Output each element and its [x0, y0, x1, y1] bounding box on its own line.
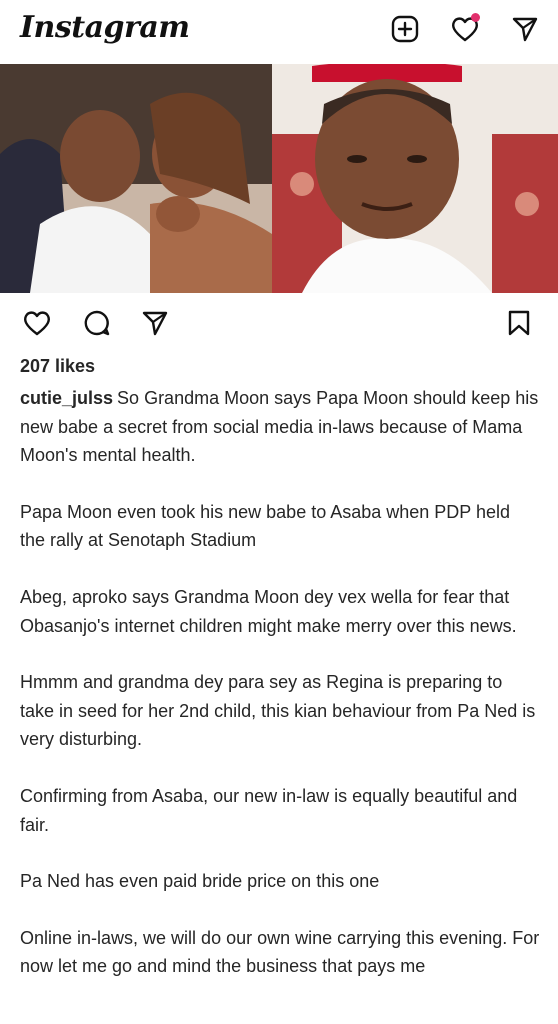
likes-count[interactable]: 207 likes [20, 356, 95, 377]
post-image[interactable] [0, 64, 558, 293]
save-bookmark-icon[interactable] [504, 308, 534, 338]
caption-paragraph: Hmmm and grandma dey para sey as Regina … [20, 672, 536, 750]
caption-paragraph: Online in-laws, we will do our own wine … [20, 927, 540, 977]
activity-heart-icon[interactable] [450, 13, 480, 44]
post-photo-left [0, 64, 272, 293]
caption-paragraph: Papa Moon even took his new babe to Asab… [20, 501, 511, 551]
top-bar: Instagram [0, 0, 558, 64]
caption-paragraph: cutie_julss So Grandma Moon says Papa Moo… [20, 384, 540, 470]
post-photo-right [272, 64, 558, 293]
top-icons [390, 13, 540, 44]
caption-paragraph: Confirming from Asaba, our new in-law is… [20, 785, 518, 835]
comment-icon[interactable] [82, 308, 112, 338]
notification-dot [471, 13, 480, 22]
instagram-logo[interactable]: Instagram [20, 10, 190, 45]
new-post-icon[interactable] [390, 14, 420, 44]
caption-paragraph: Abeg, aproko says Grandma Moon dey vex w… [20, 586, 517, 636]
post-actions [0, 304, 558, 344]
share-icon[interactable] [140, 308, 170, 338]
direct-message-icon[interactable] [510, 14, 540, 44]
username-link[interactable]: cutie_julss [20, 388, 113, 408]
caption-paragraph: Pa Ned has even paid bride price on this… [20, 871, 380, 892]
like-heart-icon[interactable] [22, 308, 52, 338]
post-caption: cutie_julss So Grandma Moon says Papa Moo… [20, 384, 540, 1009]
